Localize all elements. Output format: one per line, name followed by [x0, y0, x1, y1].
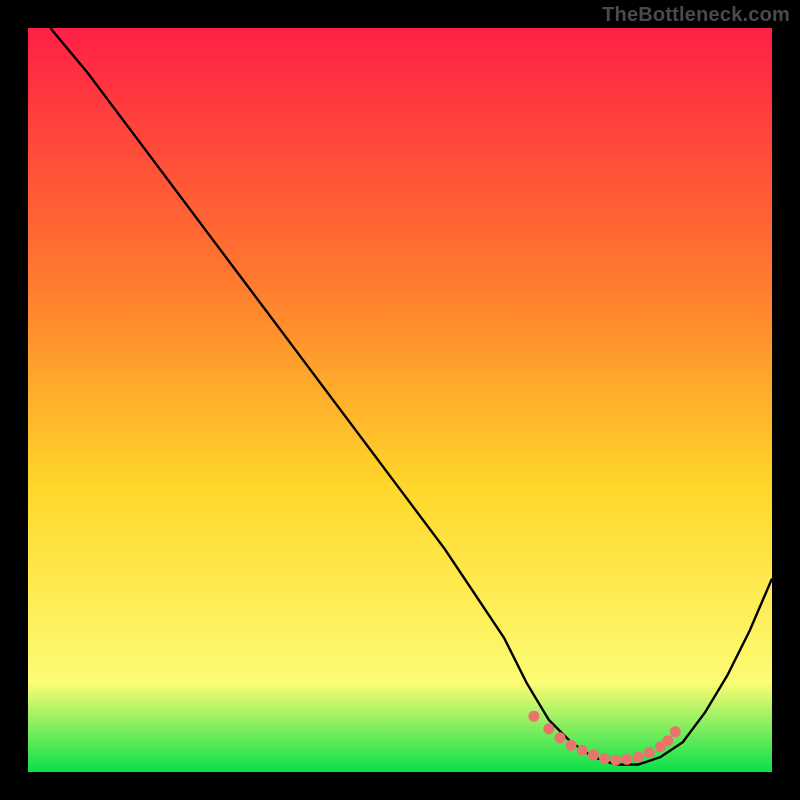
highlight-dot — [543, 723, 554, 734]
gradient-background — [28, 28, 772, 772]
chart-svg — [28, 28, 772, 772]
plot-area — [28, 28, 772, 772]
chart-frame: TheBottleneck.com — [0, 0, 800, 800]
highlight-dot — [644, 747, 655, 758]
highlight-dot — [577, 745, 588, 756]
watermark-text: TheBottleneck.com — [602, 4, 790, 27]
highlight-dot — [621, 754, 632, 765]
highlight-dot — [599, 753, 610, 764]
highlight-dot — [528, 711, 539, 722]
highlight-dot — [633, 752, 644, 763]
highlight-dot — [610, 755, 621, 766]
highlight-dot — [670, 726, 681, 737]
highlight-dot — [566, 740, 577, 751]
highlight-dot — [588, 749, 599, 760]
highlight-dot — [662, 735, 673, 746]
highlight-dot — [555, 732, 566, 743]
